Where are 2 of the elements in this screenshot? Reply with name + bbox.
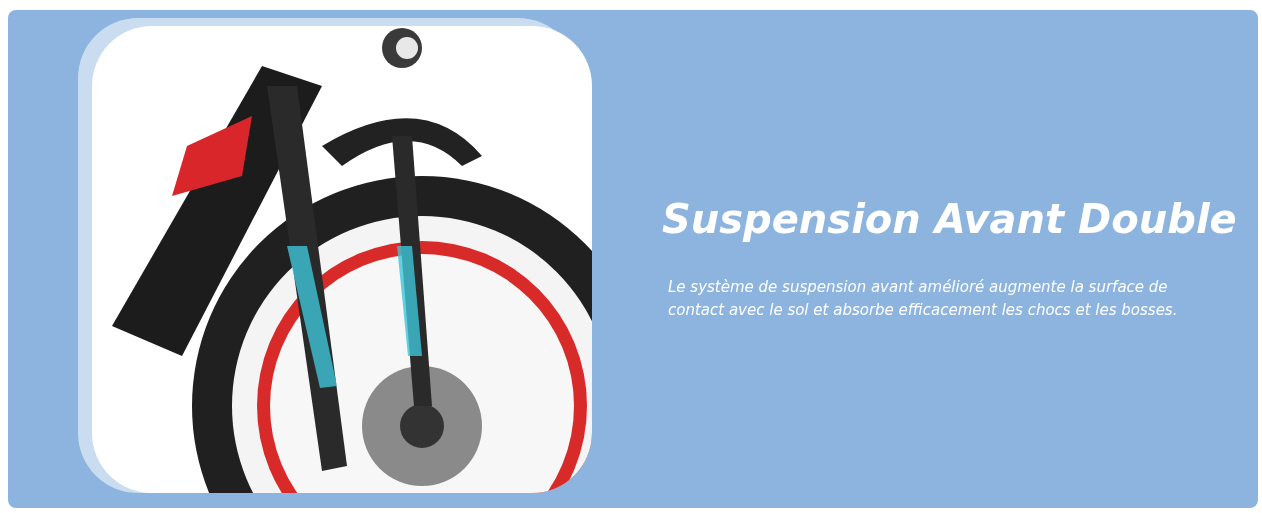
feature-description: Le système de suspension avant amélioré augmente la surface de contact avec le sol et absorbe efficacement les chocs et les bosses.: [667, 277, 1179, 321]
feature-title: Suspension Avant Double: [662, 196, 1237, 242]
